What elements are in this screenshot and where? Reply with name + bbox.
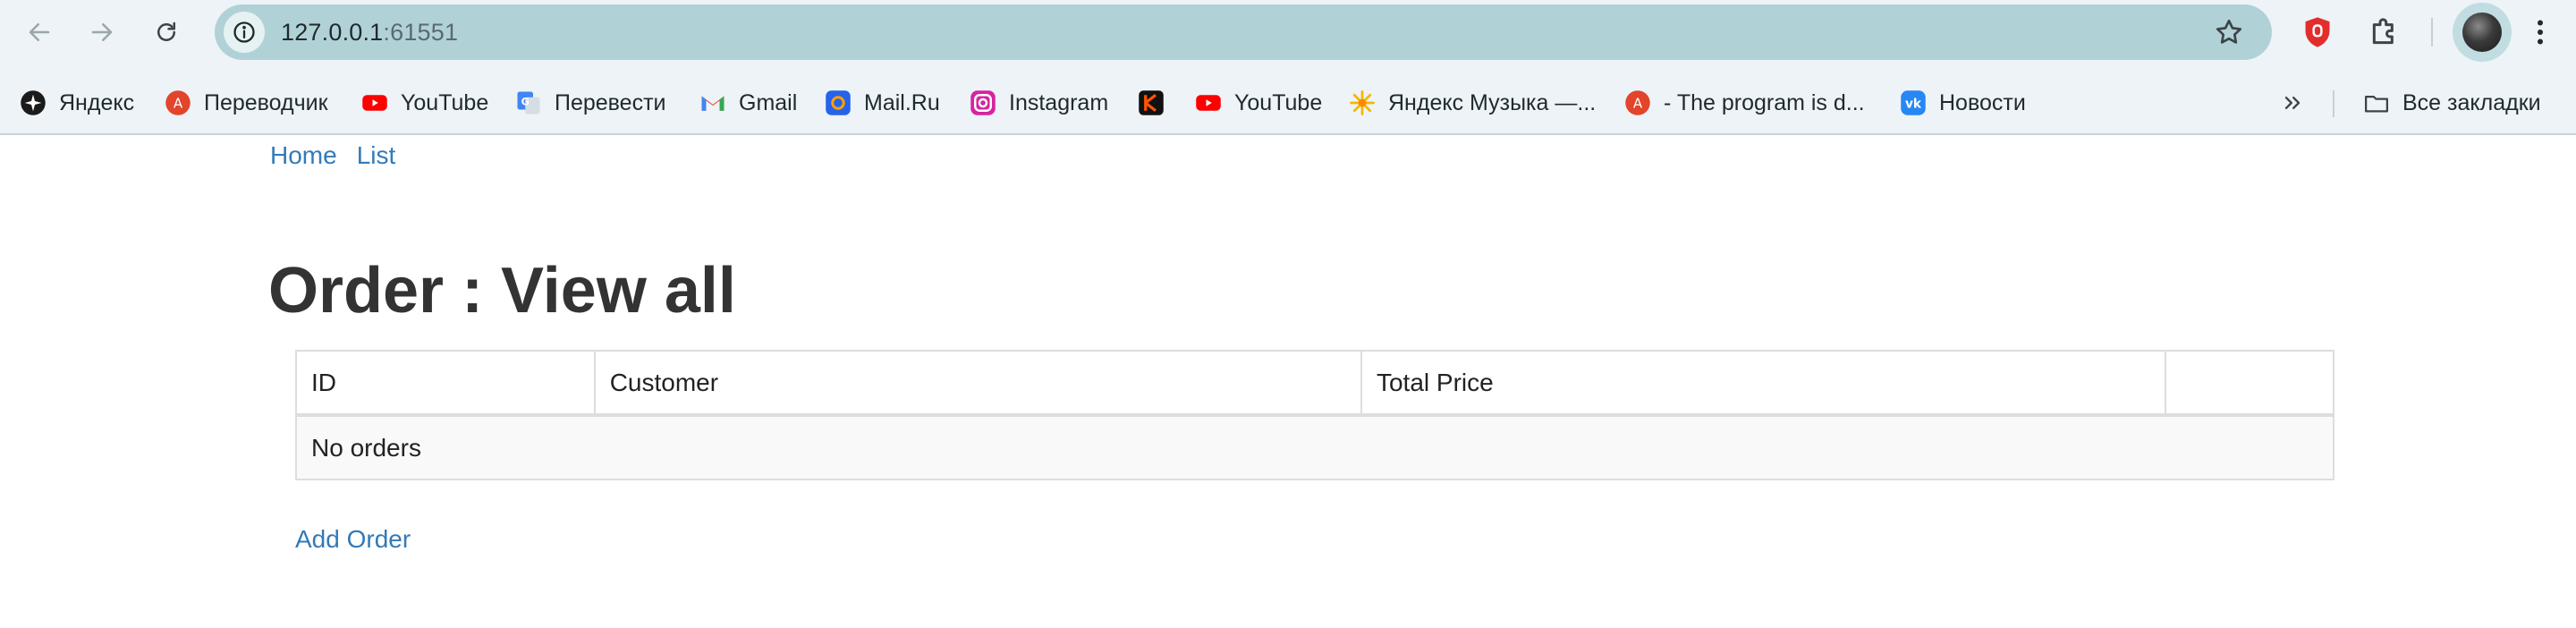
table-header-row: ID Customer Total Price [295,350,2334,417]
star-icon[interactable] [2213,16,2245,48]
bookmark-label: Переводчик [204,89,328,115]
bookmarks-divider [2333,90,2334,117]
column-header-customer: Customer [593,350,1362,417]
page-content: Home List Order : View all ID Customer T… [0,135,2576,628]
yandex-music-icon [1349,89,1376,116]
double-chevron-right-icon [2284,97,2301,110]
table-body: No orders [295,414,2334,480]
svg-text:G: G [521,97,530,108]
profile-button[interactable] [2453,3,2512,62]
youtube-icon [1195,89,1222,116]
bookmark-label: Mail.Ru [864,89,940,115]
bookmark-instagram[interactable]: Instagram [970,80,1108,126]
url-text[interactable]: 127.0.0.1:61551 [281,4,458,60]
gmail-icon [699,89,726,116]
arrow-right-icon [91,23,113,41]
empty-table-message: No orders [295,414,2334,480]
bookmark-youtube[interactable]: YouTube [361,80,488,126]
bookmark-label: Instagram [1009,89,1109,115]
bookmark-google-translate[interactable]: G Перевести [515,80,666,126]
bookmarks-overflow-button[interactable] [2279,80,2306,126]
vk-icon: vk [1900,89,1927,116]
mailru-icon [825,89,852,116]
youtube-icon [361,89,388,116]
kinopoisk-icon [1138,89,1165,116]
instagram-icon [970,89,996,116]
svg-text:A: A [174,96,183,112]
page-title: Order : View all [268,255,736,327]
back-button[interactable] [20,13,59,52]
top-nav: Home List [270,135,415,176]
site-info-button[interactable] [224,12,265,53]
reload-icon [157,21,175,41]
bookmark-label: YouTube [401,89,489,115]
bookmark-yandex[interactable]: Яндекс [20,80,134,126]
orders-table: ID Customer Total Price No orders [295,350,2334,480]
bookmark-yandex-music[interactable]: Яндекс Музыка —... [1349,80,1596,126]
bookmark-translator[interactable]: A Переводчик [165,80,328,126]
bookmark-label: YouTube [1234,89,1323,115]
all-bookmarks-label: Все закладки [2402,89,2541,115]
add-order-link[interactable]: Add Order [295,522,411,557]
column-header-actions [2165,350,2334,417]
shield-icon[interactable] [2301,14,2334,50]
table-row: No orders [295,414,2334,480]
bookmark-vk-news[interactable]: vk Новости [1900,80,2026,126]
forward-button[interactable] [82,13,122,52]
folder-icon [2363,89,2390,116]
avatar [2462,13,2502,52]
reload-button[interactable] [147,13,186,52]
all-bookmarks-button[interactable]: Все закладки [2363,80,2541,126]
bookmarks-bar: Яндекс A Переводчик YouTube G Перевести … [0,80,2576,126]
bookmark-label: Gmail [739,89,798,115]
translator-icon: A [1624,89,1651,116]
kebab-menu-icon[interactable] [2524,13,2556,52]
bookmark-youtube-2[interactable]: YouTube [1195,80,1322,126]
arrow-left-icon [29,23,50,41]
bookmark-program[interactable]: A - The program is d... [1624,80,1865,126]
bookmark-mailru[interactable]: Mail.Ru [825,80,940,126]
bookmark-label: Перевести [555,89,666,115]
browser-chrome: 127.0.0.1:61551 Яндекс A Переводчик YouT… [0,0,2576,135]
puzzle-icon[interactable] [2367,14,2402,50]
nav-list-link[interactable]: List [357,141,396,170]
browser-toolbar: 127.0.0.1:61551 [0,0,2576,64]
column-header-id: ID [295,350,596,417]
column-header-total-price: Total Price [1360,350,2167,417]
bookmark-gmail[interactable]: Gmail [699,80,797,126]
bookmark-label: Яндекс [59,89,135,115]
svg-text:vk: vk [1905,98,1922,112]
nav-home-link[interactable]: Home [270,141,337,170]
yandex-icon [20,89,47,116]
url-port: :61551 [383,19,459,46]
bookmark-kinopoisk[interactable] [1138,80,1177,126]
translator-icon: A [165,89,191,116]
bookmark-label: Яндекс Музыка —... [1388,89,1597,115]
toolbar-divider [2431,18,2433,47]
address-bar[interactable]: 127.0.0.1:61551 [215,4,2272,60]
info-icon [233,21,255,43]
google-translate-icon: G [515,89,542,116]
url-host: 127.0.0.1 [281,19,384,46]
bookmark-label: Новости [1939,89,2026,115]
table-header: ID Customer Total Price [295,350,2334,417]
bookmark-label: - The program is d... [1664,89,1865,115]
svg-text:A: A [1633,96,1643,112]
